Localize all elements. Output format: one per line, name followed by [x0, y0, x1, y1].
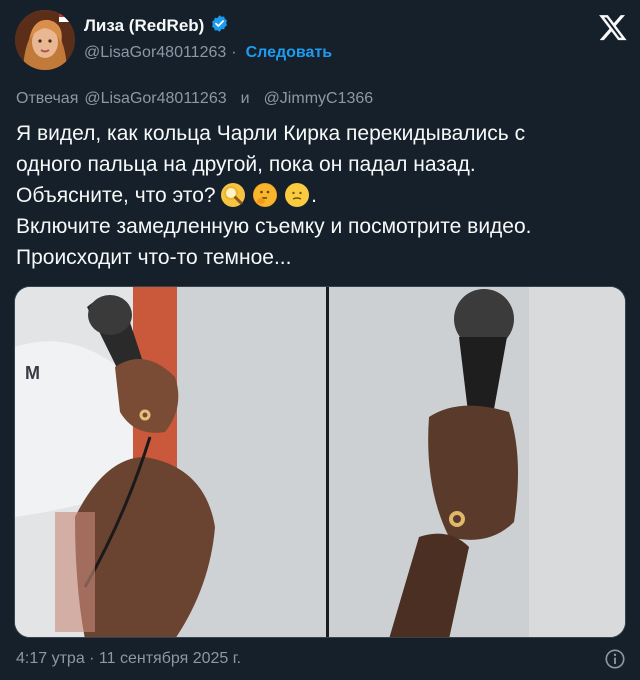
confused-face-emoji [285, 183, 310, 207]
tweet-text-line: Включите замедленную съемку и посмотрите… [16, 215, 532, 238]
tweet-text-line: Объясните, что это? . [16, 180, 628, 211]
avatar[interactable] [15, 10, 75, 70]
media-image-left[interactable]: M [15, 287, 326, 637]
replying-and-label: и [240, 90, 250, 107]
author-display-name[interactable]: Лиза (RedReb) [84, 16, 204, 36]
tweet-text-line: Я видел, как кольца Чарли Кирка перекиды… [16, 122, 526, 145]
tweet-text: Я видел, как кольца Чарли Кирка перекиды… [16, 118, 628, 273]
tweet-card: Лиза (RedReb) @LisaGor48011263 · Следова… [0, 0, 640, 680]
magnifying-glass-emoji [221, 183, 246, 207]
thinking-face-emoji [253, 183, 278, 207]
author-handle[interactable]: @LisaGor48011263 [84, 44, 226, 62]
tweet-timestamp[interactable]: 4:17 утра · 11 сентября 2025 г. [16, 650, 241, 668]
author-handle-row: @LisaGor48011263 · Следовать [84, 44, 332, 62]
x-logo-icon[interactable] [598, 12, 628, 42]
separator-dot: · [231, 44, 237, 61]
replying-to-line: Отвечая @LisaGor48011263 и @JimmyC1366 [16, 90, 373, 108]
tweet-text-period: . [311, 184, 317, 207]
mention-link[interactable]: @JimmyC1366 [264, 90, 374, 108]
replying-to-label: Отвечая [16, 90, 79, 107]
author-name-row: Лиза (RedReb) [84, 14, 229, 38]
tweet-media[interactable]: M [14, 286, 626, 638]
tweet-text-line: одного пальца на другой, пока он падал н… [16, 153, 476, 176]
mention-link[interactable]: @LisaGor48011263 [84, 90, 226, 108]
media-image-right[interactable] [329, 287, 625, 637]
tweet-text-question: Объясните, что это? [16, 184, 216, 207]
follow-button[interactable]: Следовать [246, 44, 333, 62]
info-icon[interactable] [604, 648, 626, 670]
svg-text:M: M [25, 363, 40, 383]
tweet-text-line: Происходит что-то темное... [16, 246, 292, 269]
verified-badge-icon [210, 14, 229, 38]
